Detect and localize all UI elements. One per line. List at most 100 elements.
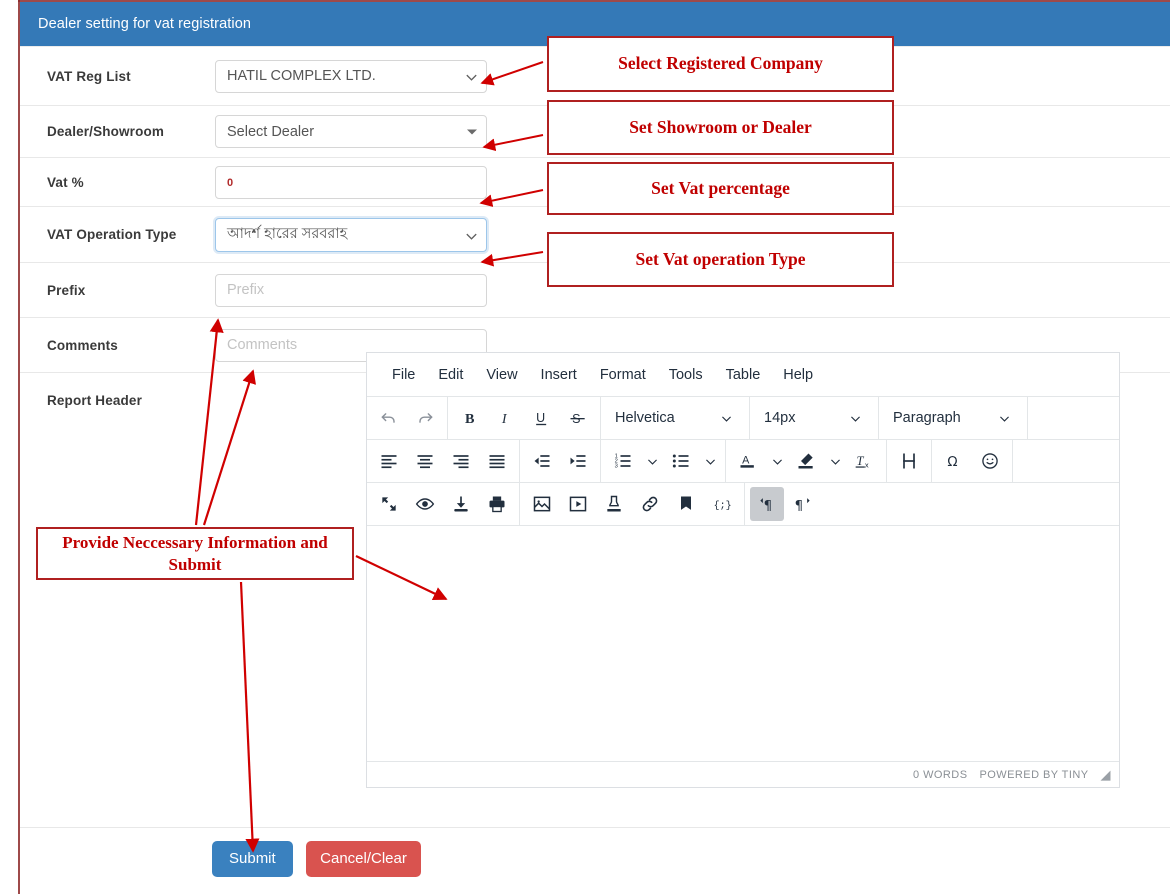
- label-report-header: Report Header: [47, 393, 142, 408]
- menu-format[interactable]: Format: [591, 363, 655, 387]
- dealer-showroom-select[interactable]: Select Dealer: [215, 115, 487, 148]
- clear-formatting-icon[interactable]: Tx: [847, 444, 881, 478]
- print-icon[interactable]: [480, 487, 514, 521]
- vat-operation-type-select[interactable]: আদর্শ হারের সরবরাহ: [215, 217, 487, 252]
- annotation-set-showroom-or-dealer: Set Showroom or Dealer: [547, 100, 894, 155]
- align-right-icon[interactable]: [444, 444, 478, 478]
- report-header-rich-text-editor[interactable]: File Edit View Insert Format Tools Table…: [366, 352, 1120, 788]
- underline-icon[interactable]: U: [525, 401, 559, 435]
- page-break-icon[interactable]: [892, 444, 926, 478]
- menu-insert[interactable]: Insert: [532, 363, 586, 387]
- svg-text:I: I: [501, 411, 508, 427]
- editor-content-area[interactable]: [367, 526, 1119, 761]
- vat-reg-list-select[interactable]: HATIL COMPLEX LTD.: [215, 59, 487, 93]
- indent-icon[interactable]: [561, 444, 595, 478]
- svg-text:¶: ¶: [764, 499, 772, 514]
- align-justify-icon[interactable]: [480, 444, 514, 478]
- vat-percent-value: 0: [227, 176, 234, 189]
- page-frame: Dealer setting for vat registration VAT …: [0, 0, 1170, 894]
- special-character-icon[interactable]: Ω: [937, 444, 971, 478]
- form-row-actions: Submit Cancel/Clear: [20, 827, 1170, 889]
- text-color-icon[interactable]: A: [731, 444, 765, 478]
- label-comments: Comments: [47, 337, 118, 353]
- save-icon[interactable]: [444, 487, 478, 521]
- vat-operation-type-value: আদর্শ হারের সরবরাহ: [227, 225, 348, 242]
- annotation-set-vat-percentage: Set Vat percentage: [547, 162, 894, 215]
- anchor-icon[interactable]: [669, 487, 703, 521]
- annotation-set-vat-operation-type: Set Vat operation Type: [547, 232, 894, 287]
- block-format-select[interactable]: Paragraph: [883, 401, 1023, 435]
- font-family-group: Helvetica: [601, 397, 750, 439]
- chevron-down-icon[interactable]: [824, 444, 846, 478]
- undo-icon[interactable]: [372, 401, 406, 435]
- preview-icon[interactable]: [408, 487, 442, 521]
- toolbar-row1-spacer: [1028, 397, 1119, 439]
- resize-handle-icon[interactable]: ◢: [1101, 768, 1111, 781]
- fullscreen-icon[interactable]: [372, 487, 406, 521]
- dealer-showroom-value: Select Dealer: [227, 123, 315, 140]
- svg-text:x: x: [865, 461, 869, 470]
- label-prefix: Prefix: [47, 282, 86, 298]
- font-size-select[interactable]: 14px: [754, 401, 874, 435]
- menu-file[interactable]: File: [383, 363, 424, 387]
- annotation-select-registered-company: Select Registered Company: [547, 36, 894, 92]
- vat-percent-input[interactable]: 0: [215, 165, 487, 199]
- ltr-icon[interactable]: ¶: [750, 487, 784, 521]
- insert-media-icon[interactable]: [561, 487, 595, 521]
- editor-toolbar-row-2: 123 A T x Ω: [367, 440, 1119, 483]
- direction-group: ¶ ¶: [745, 483, 825, 525]
- chevron-down-icon: [844, 401, 866, 435]
- dropdown-arrow-icon: [467, 129, 477, 134]
- font-family-value: Helvetica: [615, 410, 675, 426]
- menu-view[interactable]: View: [477, 363, 526, 387]
- chevron-down-icon: [715, 401, 737, 435]
- svg-text:A: A: [742, 455, 750, 467]
- align-left-icon[interactable]: [372, 444, 406, 478]
- font-family-select[interactable]: Helvetica: [605, 401, 745, 435]
- numbered-list-icon[interactable]: 123: [606, 444, 640, 478]
- strikethrough-icon[interactable]: S: [561, 401, 595, 435]
- editor-status-bar: 0 WORDS POWERED BY TINY ◢: [367, 761, 1119, 787]
- chevron-down-icon[interactable]: [699, 444, 721, 478]
- chevron-down-icon: [993, 401, 1015, 435]
- menu-tools[interactable]: Tools: [660, 363, 712, 387]
- align-center-icon[interactable]: [408, 444, 442, 478]
- outdent-icon[interactable]: [525, 444, 559, 478]
- cancel-clear-button[interactable]: Cancel/Clear: [306, 840, 421, 877]
- menu-table[interactable]: Table: [717, 363, 770, 387]
- symbol-group: Ω: [932, 440, 1013, 482]
- submit-button[interactable]: Submit: [212, 840, 293, 877]
- panel-title: Dealer setting for vat registration: [38, 16, 252, 32]
- label-vat-percent: Vat %: [47, 174, 84, 190]
- chevron-down-icon: [464, 228, 477, 241]
- history-group: [367, 397, 448, 439]
- menu-help[interactable]: Help: [774, 363, 822, 387]
- svg-text:{;}: {;}: [714, 500, 732, 512]
- prefix-input[interactable]: Prefix: [215, 273, 487, 307]
- svg-text:B: B: [465, 411, 475, 427]
- template-icon[interactable]: [597, 487, 631, 521]
- block-format-value: Paragraph: [893, 410, 961, 426]
- svg-text:Ω: Ω: [947, 455, 957, 470]
- emoticon-icon[interactable]: [973, 444, 1007, 478]
- color-group: A Tx: [726, 440, 887, 482]
- source-code-icon[interactable]: {;}: [705, 487, 739, 521]
- editor-menubar: File Edit View Insert Format Tools Table…: [367, 353, 1119, 397]
- bullet-list-icon[interactable]: [664, 444, 698, 478]
- font-size-group: 14px: [750, 397, 879, 439]
- indent-group: [520, 440, 601, 482]
- bold-icon[interactable]: B: [453, 401, 487, 435]
- menu-edit[interactable]: Edit: [429, 363, 472, 387]
- tiny-branding: POWERED BY TINY: [979, 768, 1089, 781]
- word-count: 0 WORDS: [913, 768, 968, 781]
- insert-image-icon[interactable]: [525, 487, 559, 521]
- chevron-down-icon[interactable]: [641, 444, 663, 478]
- redo-icon[interactable]: [408, 401, 442, 435]
- highlight-color-icon[interactable]: [789, 444, 823, 478]
- chevron-down-icon[interactable]: [766, 444, 788, 478]
- rtl-icon[interactable]: ¶: [786, 487, 820, 521]
- svg-text:3: 3: [615, 464, 618, 470]
- insert-link-icon[interactable]: [633, 487, 667, 521]
- italic-icon[interactable]: I: [489, 401, 523, 435]
- svg-text:U: U: [536, 411, 545, 425]
